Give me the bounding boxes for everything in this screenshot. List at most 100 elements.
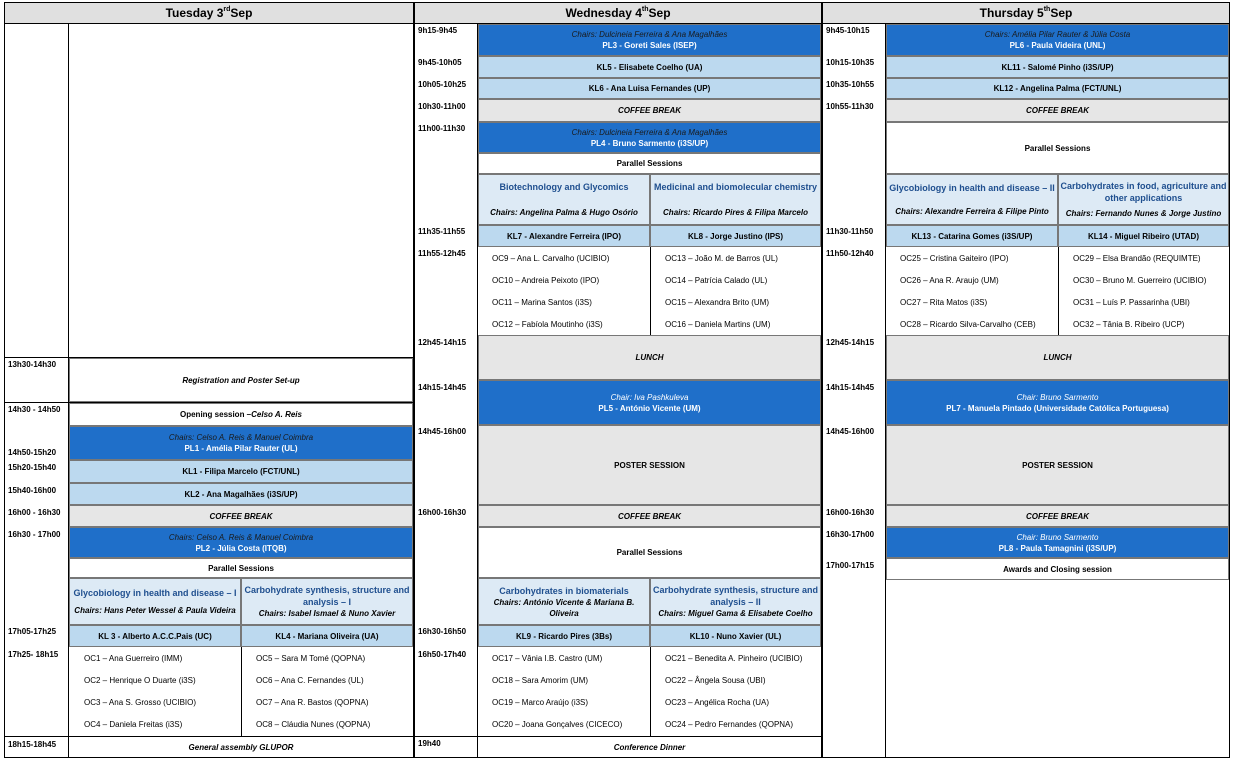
plenary-pl8: Chair: Bruno Sarmento PL8 - Paula Tamagn… (886, 527, 1229, 558)
time-label: 14h45-16h00 (826, 427, 875, 436)
plenary-pl7: Chair: Bruno Sarmento PL7 - Manuela Pint… (886, 380, 1229, 425)
session-topic: Glycobiology in health and disease – I (73, 588, 237, 598)
session-chairs: Chair: Bruno Sarmento (1016, 392, 1099, 402)
parallel-sessions-label: Parallel Sessions (69, 558, 413, 578)
day-name: Thursday 5 (979, 6, 1044, 20)
oral-communication: OC9 – Ana L. Carvalho (UCIBIO) (492, 254, 610, 263)
time-label: 18h15-18h45 (8, 740, 57, 749)
time-label: 15h40-16h00 (8, 486, 57, 495)
parallel-session-header: Carbohydrate synthesis, structure and an… (241, 578, 413, 625)
keynote-kl10: KL10 - Nuno Xavier (UL) (650, 625, 821, 647)
oral-communication: OC8 – Cláudia Nunes (QOPNA) (256, 720, 371, 729)
time-label: 9h15-9h45 (418, 26, 458, 35)
keynote-kl6: KL6 - Ana Luisa Fernandes (UP) (478, 78, 821, 99)
day-month: Sep (230, 6, 253, 20)
oral-communication: OC28 – Ricardo Silva-Carvalho (CEB) (900, 320, 1036, 329)
session-chairs: Chairs: Ricardo Pires & Filipa Marcelo (663, 208, 808, 217)
time-label: 12h45-14h15 (826, 338, 875, 347)
oral-communication: OC26 – Ana R. Araujo (UM) (900, 276, 999, 285)
day-suffix: rd (223, 5, 231, 13)
time-label: 10h05-10h25 (418, 80, 467, 89)
poster-session: POSTER SESSION (886, 425, 1229, 505)
oral-communication: OC13 – João M. de Barros (UL) (665, 254, 778, 263)
conference-dinner: Conference Dinner (478, 737, 821, 757)
time-label: 11h50-12h40 (826, 249, 874, 258)
parallel-session-header: Carbohydrate synthesis, structure and an… (650, 578, 821, 625)
session-chairs: Chairs: Celso A. Reis & Manuel Coimbra (168, 433, 314, 442)
opening-session: Opening session – Celso A. Reis (69, 403, 413, 426)
oral-communication: OC19 – Marco Araújo (i3S) (492, 698, 589, 707)
session-title: PL7 - Manuela Pintado (Universidade Cató… (946, 403, 1169, 413)
lunch: LUNCH (478, 335, 821, 380)
time-label: 12h45-14h15 (418, 338, 467, 347)
time-label: 16h50-17h40 (418, 650, 467, 659)
time-label: 11h35-11h55 (418, 227, 466, 236)
day-month: Sep (648, 6, 671, 20)
oral-communication: OC22 – Ângela Sousa (UBI) (665, 676, 766, 685)
plenary-pl1: Chairs: Celso A. Reis & Manuel Coimbra P… (69, 426, 413, 460)
keynote-kl14: KL14 - Miguel Ribeiro (UTAD) (1058, 225, 1229, 247)
oral-communication: OC25 – Cristina Gaiteiro (IPO) (900, 254, 1009, 263)
keynote-kl2: KL2 - Ana Magalhães (i3S/UP) (69, 483, 413, 505)
oral-communication: OC10 – Andreia Peixoto (IPO) (492, 276, 600, 285)
coffee-break: COFFEE BREAK (478, 505, 821, 527)
closing-session: Awards and Closing session (886, 558, 1229, 580)
plenary-pl6: Chairs: Amélia Pilar Rauter & Júlia Cost… (886, 24, 1229, 56)
parallel-sessions-label: Parallel Sessions (886, 122, 1229, 174)
parallel-sessions-label: Parallel Sessions (478, 153, 821, 174)
time-label: 9h45-10h15 (826, 26, 870, 35)
session-title: PL3 - Goreti Sales (ISEP) (602, 41, 697, 50)
keynote-kl7: KL7 - Alexandre Ferreira (IPO) (478, 225, 650, 247)
session-topic: Medicinal and biomolecular chemistry (653, 182, 818, 192)
session-topic: Carbohydrates in food, agriculture and o… (1060, 181, 1227, 203)
parallel-session-header: Carbohydrates in food, agriculture and o… (1058, 174, 1229, 225)
session-chairs: Chairs: Isabel Ismael & Nuno Xavier (258, 609, 396, 618)
oral-communication: OC17 – Vânia I.B. Castro (UM) (492, 654, 603, 663)
oral-communication: OC4 – Daniela Freitas (i3S) (84, 720, 183, 729)
time-label: 16h30-17h00 (826, 530, 875, 539)
session-chairs: Chairs: Hans Peter Wessel & Paula Videir… (74, 606, 236, 615)
plenary-pl3: Chairs: Dulcineia Ferreira & Ana Magalhã… (478, 24, 821, 56)
session-chairs: Chairs: Angelina Palma & Hugo Osório (490, 208, 638, 217)
session-title: PL6 - Paula Videira (UNL) (1009, 41, 1106, 50)
session-chairs: Chairs: Fernando Nunes & Jorge Justino (1065, 209, 1222, 218)
time-label: 9h45-10h05 (418, 58, 462, 67)
oral-communication: OC2 – Henrique O Duarte (i3S) (84, 676, 196, 685)
time-label: 10h30-11h00 (418, 102, 466, 111)
session-chairs: Chairs: Dulcineia Ferreira & Ana Magalhã… (571, 30, 728, 39)
oral-communication: OC1 – Ana Guerreiro (IMM) (84, 654, 183, 663)
time-label: 16h00-16h30 (418, 508, 467, 517)
oral-communication: OC31 – Luís P. Passarinha (UBI) (1073, 298, 1190, 307)
day-suffix: th (1043, 5, 1051, 13)
session-title: PL5 - António Vicente (UM) (598, 403, 701, 413)
coffee-break: COFFEE BREAK (886, 99, 1229, 122)
keynote-kl1: KL1 - Filipa Marcelo (FCT/UNL) (69, 460, 413, 483)
column-separator (650, 247, 651, 335)
oral-communication: OC16 – Daniela Martins (UM) (665, 320, 771, 329)
keynote-kl4: KL4 - Mariana Oliveira (UA) (241, 625, 413, 647)
day-name: Wednesday 4 (565, 6, 642, 20)
oral-communication: OC23 – Angélica Rocha (UA) (665, 698, 770, 707)
session-chairs: Chair: Bruno Sarmento (1016, 532, 1099, 542)
general-assembly: General assembly GLUPOR (69, 737, 413, 757)
oral-communication: OC30 – Bruno M. Guerreiro (UCIBIO) (1073, 276, 1207, 285)
border-left (4, 24, 5, 758)
parallel-session-header: Glycobiology in health and disease – I C… (69, 578, 241, 625)
oral-communication: OC11 – Marina Santos (i3S) (492, 298, 592, 307)
column-separator (650, 647, 651, 736)
oral-communication: OC5 – Sara M Tomé (QOPNA) (256, 654, 366, 663)
session-title: PL1 - Amélia Pilar Rauter (UL) (184, 444, 298, 453)
session-topic: Carbohydrate synthesis, structure and an… (244, 585, 410, 607)
time-label: 17h25- 18h15 (8, 650, 59, 659)
time-label: 16h30 - 17h00 (8, 530, 61, 539)
time-label: 10h35-10h55 (826, 80, 875, 89)
oral-communication: OC29 – Elsa Brandão (REQUIMTE) (1073, 254, 1201, 263)
oral-communication: OC7 – Ana R. Bastos (QOPNA) (256, 698, 369, 707)
coffee-break: COFFEE BREAK (478, 99, 821, 122)
oral-communication: OC20 – Joana Gonçalves (CICECO) (492, 720, 623, 729)
keynote-kl5: KL5 - Elisabete Coelho (UA) (478, 56, 821, 78)
oral-communication: OC3 – Ana S. Grosso (UCIBIO) (84, 698, 197, 707)
day-header-wednesday: Wednesday 4th Sep (414, 2, 822, 24)
opening-chair: Celso A. Reis (251, 410, 302, 419)
parallel-sessions-label: Parallel Sessions (478, 527, 821, 578)
